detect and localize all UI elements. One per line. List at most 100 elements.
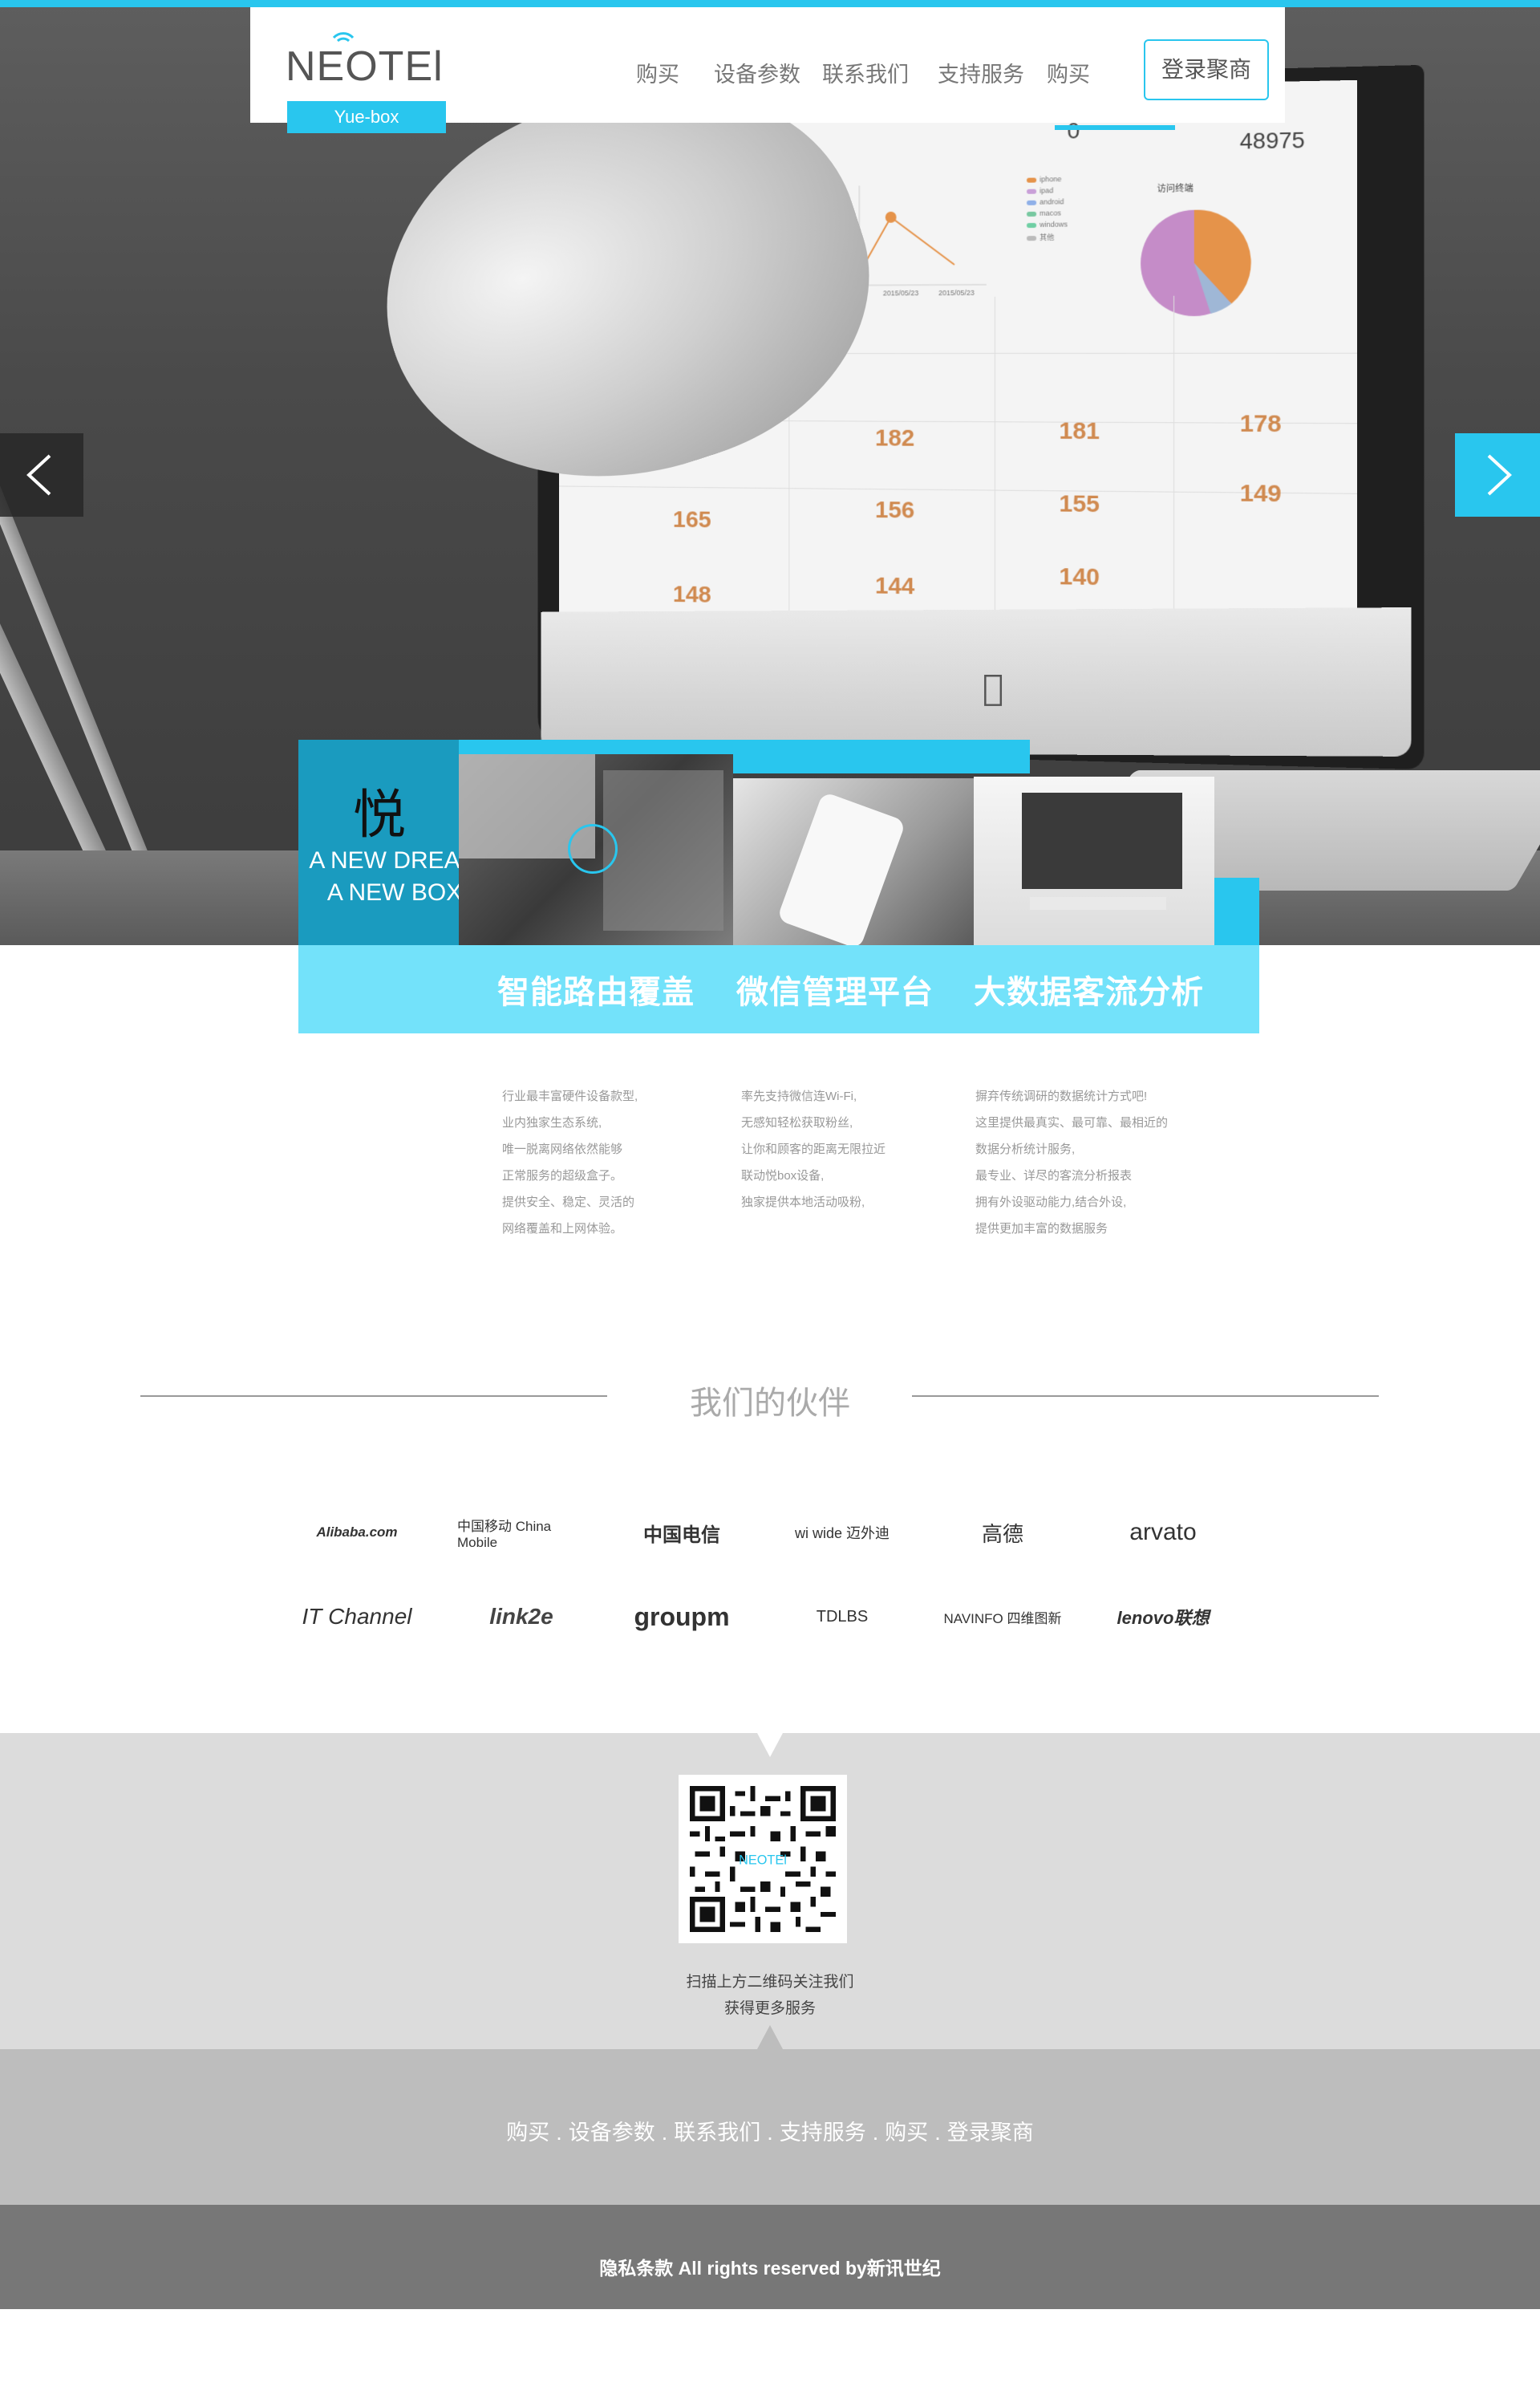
screen-cell-value: 148 bbox=[672, 581, 711, 608]
screen-pie-chart bbox=[1141, 209, 1251, 317]
footer-link-buy-2[interactable]: 购买 bbox=[885, 2121, 928, 2145]
screen-cell-value: 178 bbox=[1239, 410, 1282, 438]
screen-line-chart bbox=[851, 176, 994, 297]
autonavi-logo[interactable]: 高德 bbox=[938, 1508, 1067, 1557]
partners-title: 我们的伙伴 bbox=[690, 1386, 850, 1421]
screen-cell-value: 140 bbox=[1059, 563, 1100, 591]
footer-link-contact[interactable]: 联系我们 bbox=[674, 2121, 760, 2145]
partner-logo-text: arvato bbox=[1129, 1519, 1197, 1545]
partner-logo-text: NAVINFO 四维图新 bbox=[943, 1610, 1062, 1626]
chevron-right-icon bbox=[1487, 454, 1512, 496]
feature-photo-desktop[interactable] bbox=[974, 777, 1214, 945]
feature-photo-phone[interactable] bbox=[733, 778, 974, 945]
desc-line: 提供安全、稳定、灵活的 bbox=[502, 1195, 635, 1209]
qr-notch-bottom bbox=[757, 2025, 783, 2049]
desc-line: 联动悦box设备, bbox=[741, 1169, 825, 1183]
hotspot-circle-icon[interactable] bbox=[568, 824, 618, 874]
nav-active-indicator bbox=[1055, 125, 1175, 130]
partner-logo-text: lenovo联想 bbox=[1116, 1608, 1210, 1628]
nav-item-buy[interactable]: 购买 bbox=[636, 57, 679, 88]
feature-label-wechat[interactable]: 微信管理平台 bbox=[736, 966, 934, 1013]
footer-link-buy[interactable]: 购买 bbox=[506, 2121, 549, 2145]
desc-line: 让你和顾客的距离无限拉近 bbox=[741, 1143, 886, 1156]
page: 0 48975 访问终端 2015/05/23 2015/05/23 iphon… bbox=[0, 0, 1540, 2407]
partner-logo-text: wi wide 迈外迪 bbox=[794, 1525, 890, 1541]
screen-grid-line bbox=[1173, 295, 1175, 639]
screen-cell-value: 182 bbox=[874, 424, 915, 452]
desc-line: 这里提供最真实、最可靠、最相近的 bbox=[975, 1116, 1169, 1130]
copyright-text[interactable]: 隐私条款 All rights reserved by新讯世纪 bbox=[0, 2253, 1540, 2280]
screen-legend-item: 其他 bbox=[1027, 232, 1054, 242]
partners-rule-left bbox=[140, 1395, 607, 1397]
qr-caption-line: 获得更多服务 bbox=[723, 2000, 816, 2017]
screen-date-label: 2015/05/23 bbox=[882, 289, 919, 298]
screen-visits-caption: 访问终端 bbox=[1157, 184, 1194, 194]
screen-legend-item: ipad bbox=[1027, 186, 1053, 195]
screen-cell-value: 155 bbox=[1059, 490, 1100, 518]
footer-link-support[interactable]: 支持服务 bbox=[780, 2121, 866, 2145]
feature-desc-router: 行业最丰富硬件设备款型, 业内独家生态系统, 唯一脱离网络依然能够 正常服务的超… bbox=[502, 1083, 727, 1242]
footer-link-specs[interactable]: 设备参数 bbox=[569, 2121, 655, 2145]
desc-line: 率先支持微信连Wi-Fi, bbox=[741, 1090, 857, 1103]
screen-cell-value: 165 bbox=[672, 506, 711, 534]
chevron-left-icon bbox=[26, 454, 51, 496]
screen-date-label: 2015/05/23 bbox=[938, 288, 975, 298]
partner-logo-text: link2e bbox=[489, 1604, 553, 1629]
desc-line: 拥有外设驱动能力,结合外设, bbox=[975, 1195, 1127, 1209]
wifi-icon bbox=[332, 32, 355, 43]
tdlbs-logo[interactable]: TDLBS bbox=[778, 1593, 906, 1641]
partner-logo-text: 中国电信 bbox=[643, 1524, 720, 1546]
footer-links: 购买. 设备参数. 联系我们. 支持服务. 购买. 登录聚商 bbox=[0, 2115, 1540, 2146]
brand-subtitle: Yue-box bbox=[287, 101, 446, 133]
nav-item-buy-2[interactable]: 购买 bbox=[1047, 57, 1090, 88]
brand-logo[interactable]: NEOTEl bbox=[286, 43, 444, 91]
desc-line: 提供更加丰富的数据服务 bbox=[975, 1222, 1108, 1236]
svg-text:NEOTEl: NEOTEl bbox=[739, 1853, 787, 1867]
feature-label-analytics[interactable]: 大数据客流分析 bbox=[974, 966, 1204, 1013]
qr-caption-line: 扫描上方二维码关注我们 bbox=[686, 1974, 854, 1991]
partner-logo-text: Alibaba.com bbox=[316, 1524, 398, 1540]
lamp-arm-decor bbox=[0, 270, 140, 934]
screen-cell-value: 149 bbox=[1239, 480, 1282, 508]
footer-separator: . bbox=[872, 2121, 879, 2145]
desc-line: 数据分析统计服务, bbox=[975, 1143, 1076, 1156]
china-telecom-logo[interactable]: 中国电信 bbox=[618, 1508, 746, 1557]
nav-item-support[interactable]: 支持服务 bbox=[938, 57, 1024, 88]
lenovo-logo[interactable]: lenovo联想 bbox=[1099, 1593, 1227, 1641]
desc-line: 无感知轻松获取粉丝, bbox=[741, 1116, 853, 1130]
navinfo-logo[interactable]: NAVINFO 四维图新 bbox=[938, 1593, 1067, 1641]
qr-code-icon: NEOTEl bbox=[690, 1786, 836, 1932]
monitor-chin bbox=[541, 607, 1412, 757]
footer-separator: . bbox=[661, 2121, 668, 2145]
partner-logo-text: IT Channel bbox=[302, 1604, 412, 1629]
slider-prev-button[interactable] bbox=[0, 433, 83, 517]
wiwide-logo[interactable]: wi wide 迈外迪 bbox=[778, 1508, 906, 1557]
desc-line: 行业最丰富硬件设备款型, bbox=[502, 1090, 638, 1103]
login-button[interactable]: 登录聚商 bbox=[1144, 39, 1269, 100]
footer-link-login[interactable]: 登录聚商 bbox=[947, 2121, 1034, 2145]
nav-item-specs[interactable]: 设备参数 bbox=[714, 57, 800, 88]
partner-logo-text: TDLBS bbox=[816, 1607, 869, 1626]
china-mobile-logo[interactable]: 中国移动 China Mobile bbox=[457, 1508, 586, 1557]
desc-line: 网络覆盖和上网体验。 bbox=[502, 1222, 623, 1236]
screen-stat-visits: 48975 bbox=[1239, 127, 1305, 154]
arvato-logo[interactable]: arvato bbox=[1099, 1508, 1227, 1557]
screen-legend-item: android bbox=[1027, 197, 1064, 206]
desc-line: 业内独家生态系统, bbox=[502, 1116, 602, 1130]
partner-logo-text: groupm bbox=[634, 1601, 730, 1631]
feature-label-router[interactable]: 智能路由覆盖 bbox=[497, 966, 695, 1013]
partner-logo-text: 高德 bbox=[981, 1521, 1023, 1546]
slider-next-button[interactable] bbox=[1455, 433, 1540, 517]
screen-grid-line bbox=[558, 485, 1358, 494]
footer-separator: . bbox=[767, 2121, 773, 2145]
itchannel-logo[interactable]: IT Channel bbox=[293, 1593, 421, 1641]
alibaba-logo[interactable]: Alibaba.com bbox=[293, 1508, 421, 1557]
screen-cell-value: 144 bbox=[874, 572, 915, 600]
screen-legend-item: windows bbox=[1027, 220, 1068, 229]
screen-legend-item: macos bbox=[1027, 209, 1061, 217]
link2e-logo[interactable]: link2e bbox=[457, 1593, 586, 1641]
desc-line: 唯一脱离网络依然能够 bbox=[502, 1143, 623, 1156]
groupm-logo[interactable]: groupm bbox=[618, 1593, 746, 1641]
screen-cell-value: 156 bbox=[874, 497, 915, 524]
nav-item-contact[interactable]: 联系我们 bbox=[822, 57, 909, 88]
